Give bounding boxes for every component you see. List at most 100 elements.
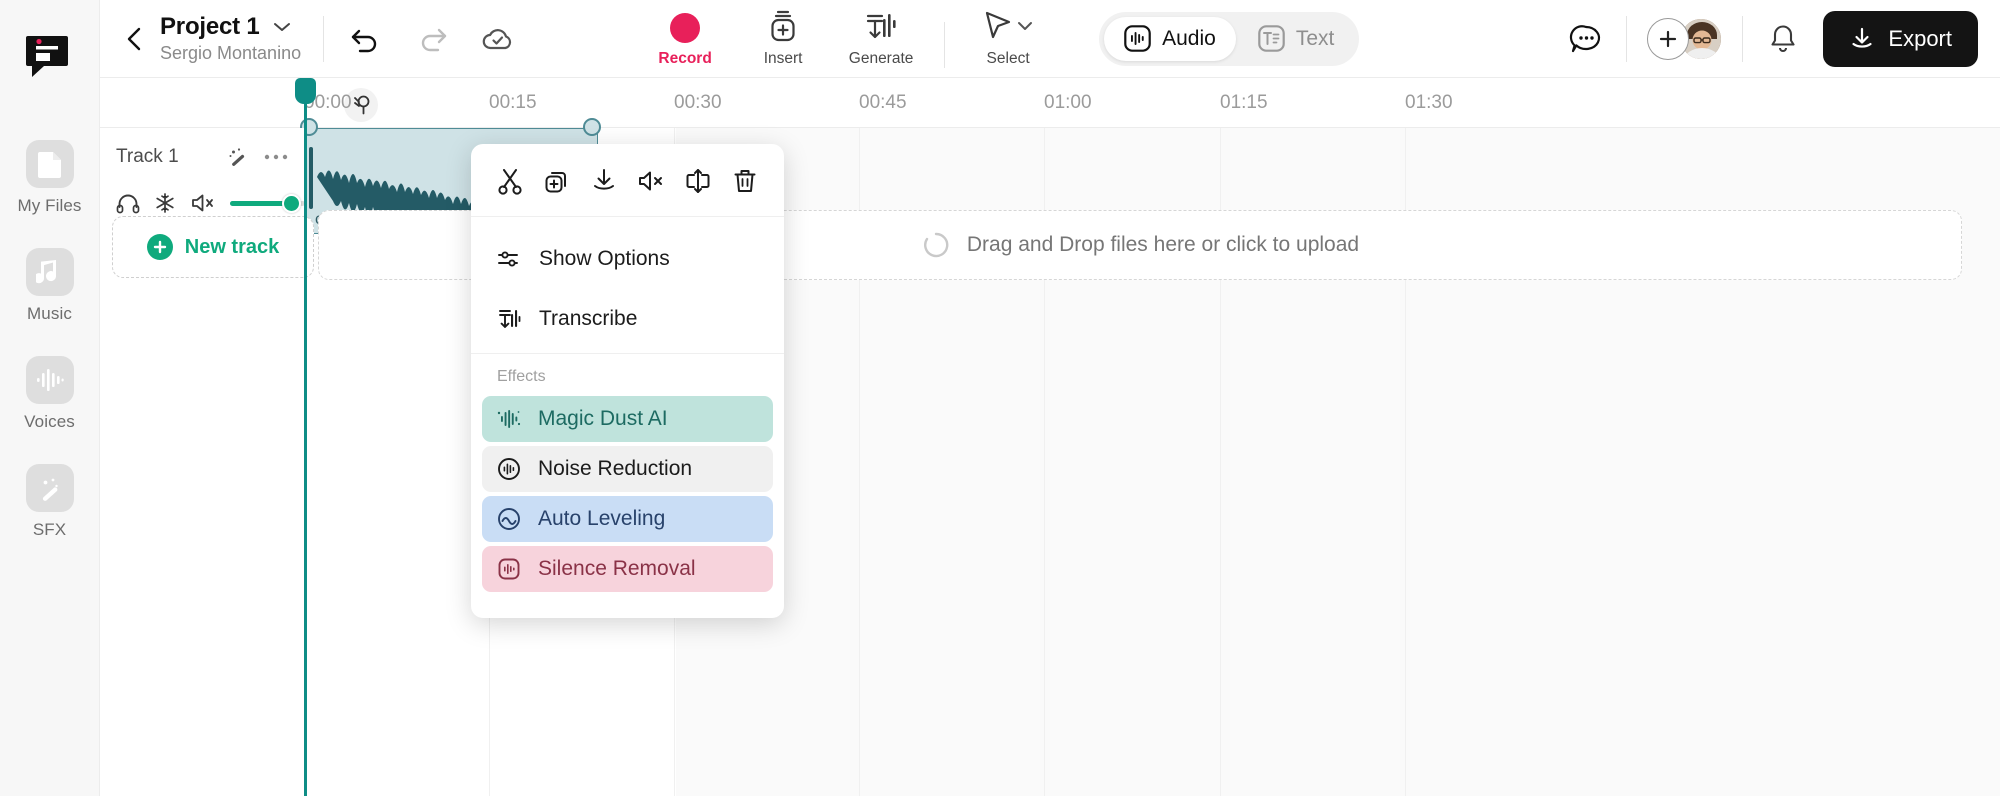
tab-text[interactable]: Text — [1238, 17, 1355, 61]
generate-waveform-icon — [864, 9, 898, 43]
clip-context-menu: Show Options Transcribe Effects Magic Du… — [471, 144, 784, 618]
magic-wand-icon — [26, 464, 74, 512]
effect-magic-dust-ai[interactable]: Magic Dust AI — [482, 396, 773, 442]
spinner-upload-icon — [921, 230, 951, 260]
split-icon[interactable] — [681, 164, 715, 198]
tool-label: Select — [987, 50, 1030, 68]
chevron-down-icon[interactable] — [272, 20, 292, 34]
sidebar-nav: My Files Music — [0, 140, 99, 540]
sidebar-item-sfx[interactable]: SFX — [0, 464, 99, 540]
back-button[interactable] — [118, 22, 152, 56]
effect-label: Noise Reduction — [538, 457, 692, 481]
menu-item-transcribe[interactable]: Transcribe — [471, 295, 784, 343]
file-icon — [26, 140, 74, 188]
more-dots-icon[interactable] — [263, 152, 289, 162]
select-button[interactable]: Select — [959, 9, 1057, 68]
dropzone-label: Drag and Drop files here or click to upl… — [967, 233, 1359, 257]
clip-handle-right[interactable] — [583, 118, 601, 136]
top-toolbar: Project 1 Sergio Montanino Record — [100, 0, 2000, 78]
menu-item-label: Show Options — [539, 247, 670, 271]
track-header: Track 1 — [100, 128, 306, 796]
sidebar-item-voices[interactable]: Voices — [0, 356, 99, 432]
collaborators — [1647, 18, 1722, 60]
divider — [471, 353, 784, 354]
magic-wand-icon[interactable] — [227, 146, 249, 168]
playhead[interactable] — [304, 78, 307, 796]
effect-label: Silence Removal — [538, 557, 696, 581]
audio-waveform-icon — [1124, 25, 1151, 52]
header-right-controls: Export — [1566, 11, 2000, 67]
noise-circle-icon — [496, 457, 522, 481]
effect-label: Auto Leveling — [538, 507, 665, 531]
new-track-button[interactable]: New track — [112, 216, 314, 278]
sidebar-item-my-files[interactable]: My Files — [0, 140, 99, 216]
ruler-tick: 01:30 — [1405, 92, 1453, 114]
undo-icon[interactable] — [346, 19, 386, 59]
track-name: Track 1 — [116, 146, 179, 168]
speaker-mute-icon[interactable] — [190, 192, 216, 214]
duplicate-plus-icon[interactable] — [540, 164, 574, 198]
playhead-knob[interactable] — [295, 78, 316, 104]
download-icon[interactable] — [587, 164, 621, 198]
divider — [323, 16, 324, 62]
audio-editor-app: My Files Music — [0, 0, 2000, 796]
record-dot-icon — [670, 9, 700, 43]
sidebar-item-label: SFX — [33, 520, 66, 540]
download-icon — [1849, 26, 1875, 52]
trash-icon[interactable] — [728, 164, 762, 198]
generate-button[interactable]: Generate — [832, 9, 930, 68]
export-button[interactable]: Export — [1823, 11, 1978, 67]
project-owner: Sergio Montanino — [160, 43, 301, 64]
snowflake-icon[interactable] — [154, 192, 176, 214]
left-sidebar: My Files Music — [0, 0, 100, 796]
sidebar-item-label: Music — [27, 304, 72, 324]
export-label: Export — [1888, 26, 1952, 52]
volume-slider[interactable] — [230, 201, 305, 206]
sliders-icon — [497, 248, 521, 270]
silence-box-icon — [496, 557, 522, 581]
mode-toggle: Audio Text — [1099, 12, 1359, 66]
plus-circle-icon — [147, 234, 173, 260]
scissors-icon[interactable] — [493, 164, 527, 198]
ruler-tick: 01:00 — [1044, 92, 1092, 114]
sidebar-item-label: Voices — [24, 412, 75, 432]
ruler-tick: 00:30 — [674, 92, 722, 114]
effect-label: Magic Dust AI — [538, 407, 668, 431]
invite-button[interactable] — [1647, 18, 1689, 60]
tab-audio[interactable]: Audio — [1104, 17, 1236, 61]
redo-icon[interactable] — [412, 19, 452, 59]
effect-auto-leveling[interactable]: Auto Leveling — [482, 496, 773, 542]
effect-silence-removal[interactable]: Silence Removal — [482, 546, 773, 592]
menu-item-label: Transcribe — [539, 307, 637, 331]
volume-knob[interactable] — [282, 194, 301, 213]
divider — [1742, 16, 1743, 62]
chevron-down-icon — [1016, 19, 1034, 33]
bell-icon[interactable] — [1763, 19, 1803, 59]
tab-label: Audio — [1162, 27, 1216, 51]
effect-noise-reduction[interactable]: Noise Reduction — [482, 446, 773, 492]
center-tools: Record Insert — [636, 9, 1057, 68]
tool-label: Generate — [849, 50, 914, 68]
level-circle-icon — [496, 507, 522, 531]
cursor-arrow-icon — [982, 9, 1034, 43]
effects-section-header: Effects — [471, 368, 784, 396]
menu-item-show-options[interactable]: Show Options — [471, 235, 784, 283]
cloud-check-icon[interactable] — [478, 19, 518, 59]
context-menu-actions — [471, 144, 784, 217]
speaker-mute-icon[interactable] — [634, 164, 668, 198]
tool-label: Insert — [764, 50, 803, 68]
insert-icon — [767, 9, 799, 43]
headphones-icon[interactable] — [116, 192, 140, 214]
ruler-tick: 00:15 — [489, 92, 537, 114]
waveform-icon — [26, 356, 74, 404]
timeline-ruler[interactable]: 00:00 00:15 00:30 00:45 01:00 01:15 01:3… — [100, 78, 2000, 128]
sidebar-item-music[interactable]: Music — [0, 248, 99, 324]
record-button[interactable]: Record — [636, 9, 734, 68]
tab-label: Text — [1296, 27, 1335, 51]
page-title: Project 1 — [160, 13, 260, 41]
sidebar-item-label: My Files — [17, 196, 81, 216]
tool-label: Record — [658, 50, 711, 68]
descript-logo[interactable] — [24, 30, 76, 82]
comment-dots-icon[interactable] — [1566, 19, 1606, 59]
insert-button[interactable]: Insert — [734, 9, 832, 68]
